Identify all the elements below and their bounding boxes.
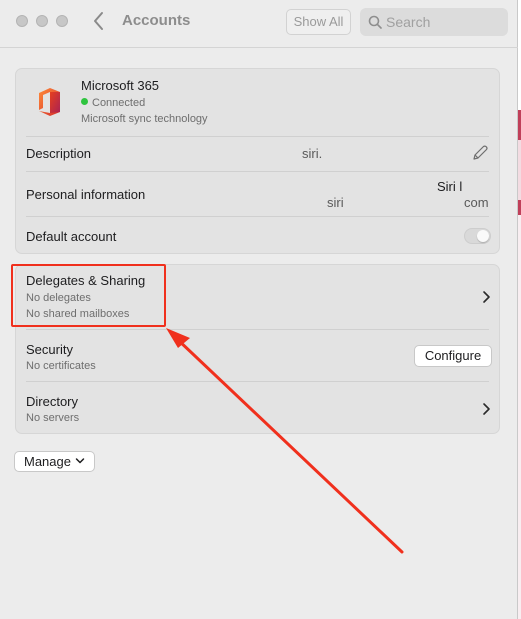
account-info-panel: Microsoft 365 Connected Microsoft sync t…: [15, 68, 500, 254]
search-field[interactable]: [360, 8, 508, 36]
chevron-right-icon[interactable]: [481, 402, 491, 416]
directory-title: Directory: [26, 394, 79, 409]
manage-label: Manage: [24, 454, 71, 469]
certificates-status: No certificates: [26, 360, 96, 372]
account-name: Microsoft 365: [81, 78, 160, 93]
chevron-down-icon: [75, 458, 85, 464]
row-divider: [26, 136, 489, 137]
toolbar: Accounts Show All: [0, 0, 518, 44]
default-account-toggle[interactable]: [464, 228, 491, 244]
zoom-window-button[interactable]: [56, 15, 68, 27]
annotation-highlight-box: [11, 264, 166, 327]
back-chevron-icon[interactable]: [91, 10, 107, 32]
description-value[interactable]: siri.: [302, 146, 322, 161]
chevron-right-icon[interactable]: [481, 290, 491, 304]
toolbar-divider: [0, 47, 518, 48]
personal-information-label: Personal information: [26, 187, 146, 202]
page-title: Accounts: [122, 12, 191, 29]
description-label: Description: [26, 146, 92, 161]
servers-status: No servers: [26, 412, 80, 424]
row-divider: [26, 171, 489, 172]
account-subtitle: Microsoft sync technology: [81, 113, 208, 125]
edit-pencil-icon[interactable]: [471, 144, 489, 162]
personal-info-value-name: Siri l: [437, 179, 463, 194]
account-status-text: Connected: [92, 97, 146, 109]
manage-menu-button[interactable]: Manage: [14, 451, 95, 472]
microsoft-365-icon: [39, 88, 60, 116]
connected-status-icon: [81, 98, 88, 105]
default-account-label: Default account: [26, 229, 117, 244]
security-title: Security: [26, 342, 73, 357]
toggle-knob: [477, 230, 489, 242]
configure-button[interactable]: Configure: [414, 345, 492, 367]
row-divider: [26, 381, 489, 382]
account-status: Connected: [81, 97, 145, 109]
show-all-button[interactable]: Show All: [286, 9, 351, 35]
personal-info-value-domain: com: [464, 195, 489, 210]
search-icon: [368, 15, 382, 29]
minimize-window-button[interactable]: [36, 15, 48, 27]
row-divider: [26, 329, 489, 330]
search-input[interactable]: [386, 12, 501, 32]
close-window-button[interactable]: [16, 15, 28, 27]
personal-info-value-user: siri: [327, 195, 344, 210]
row-divider: [26, 216, 489, 217]
